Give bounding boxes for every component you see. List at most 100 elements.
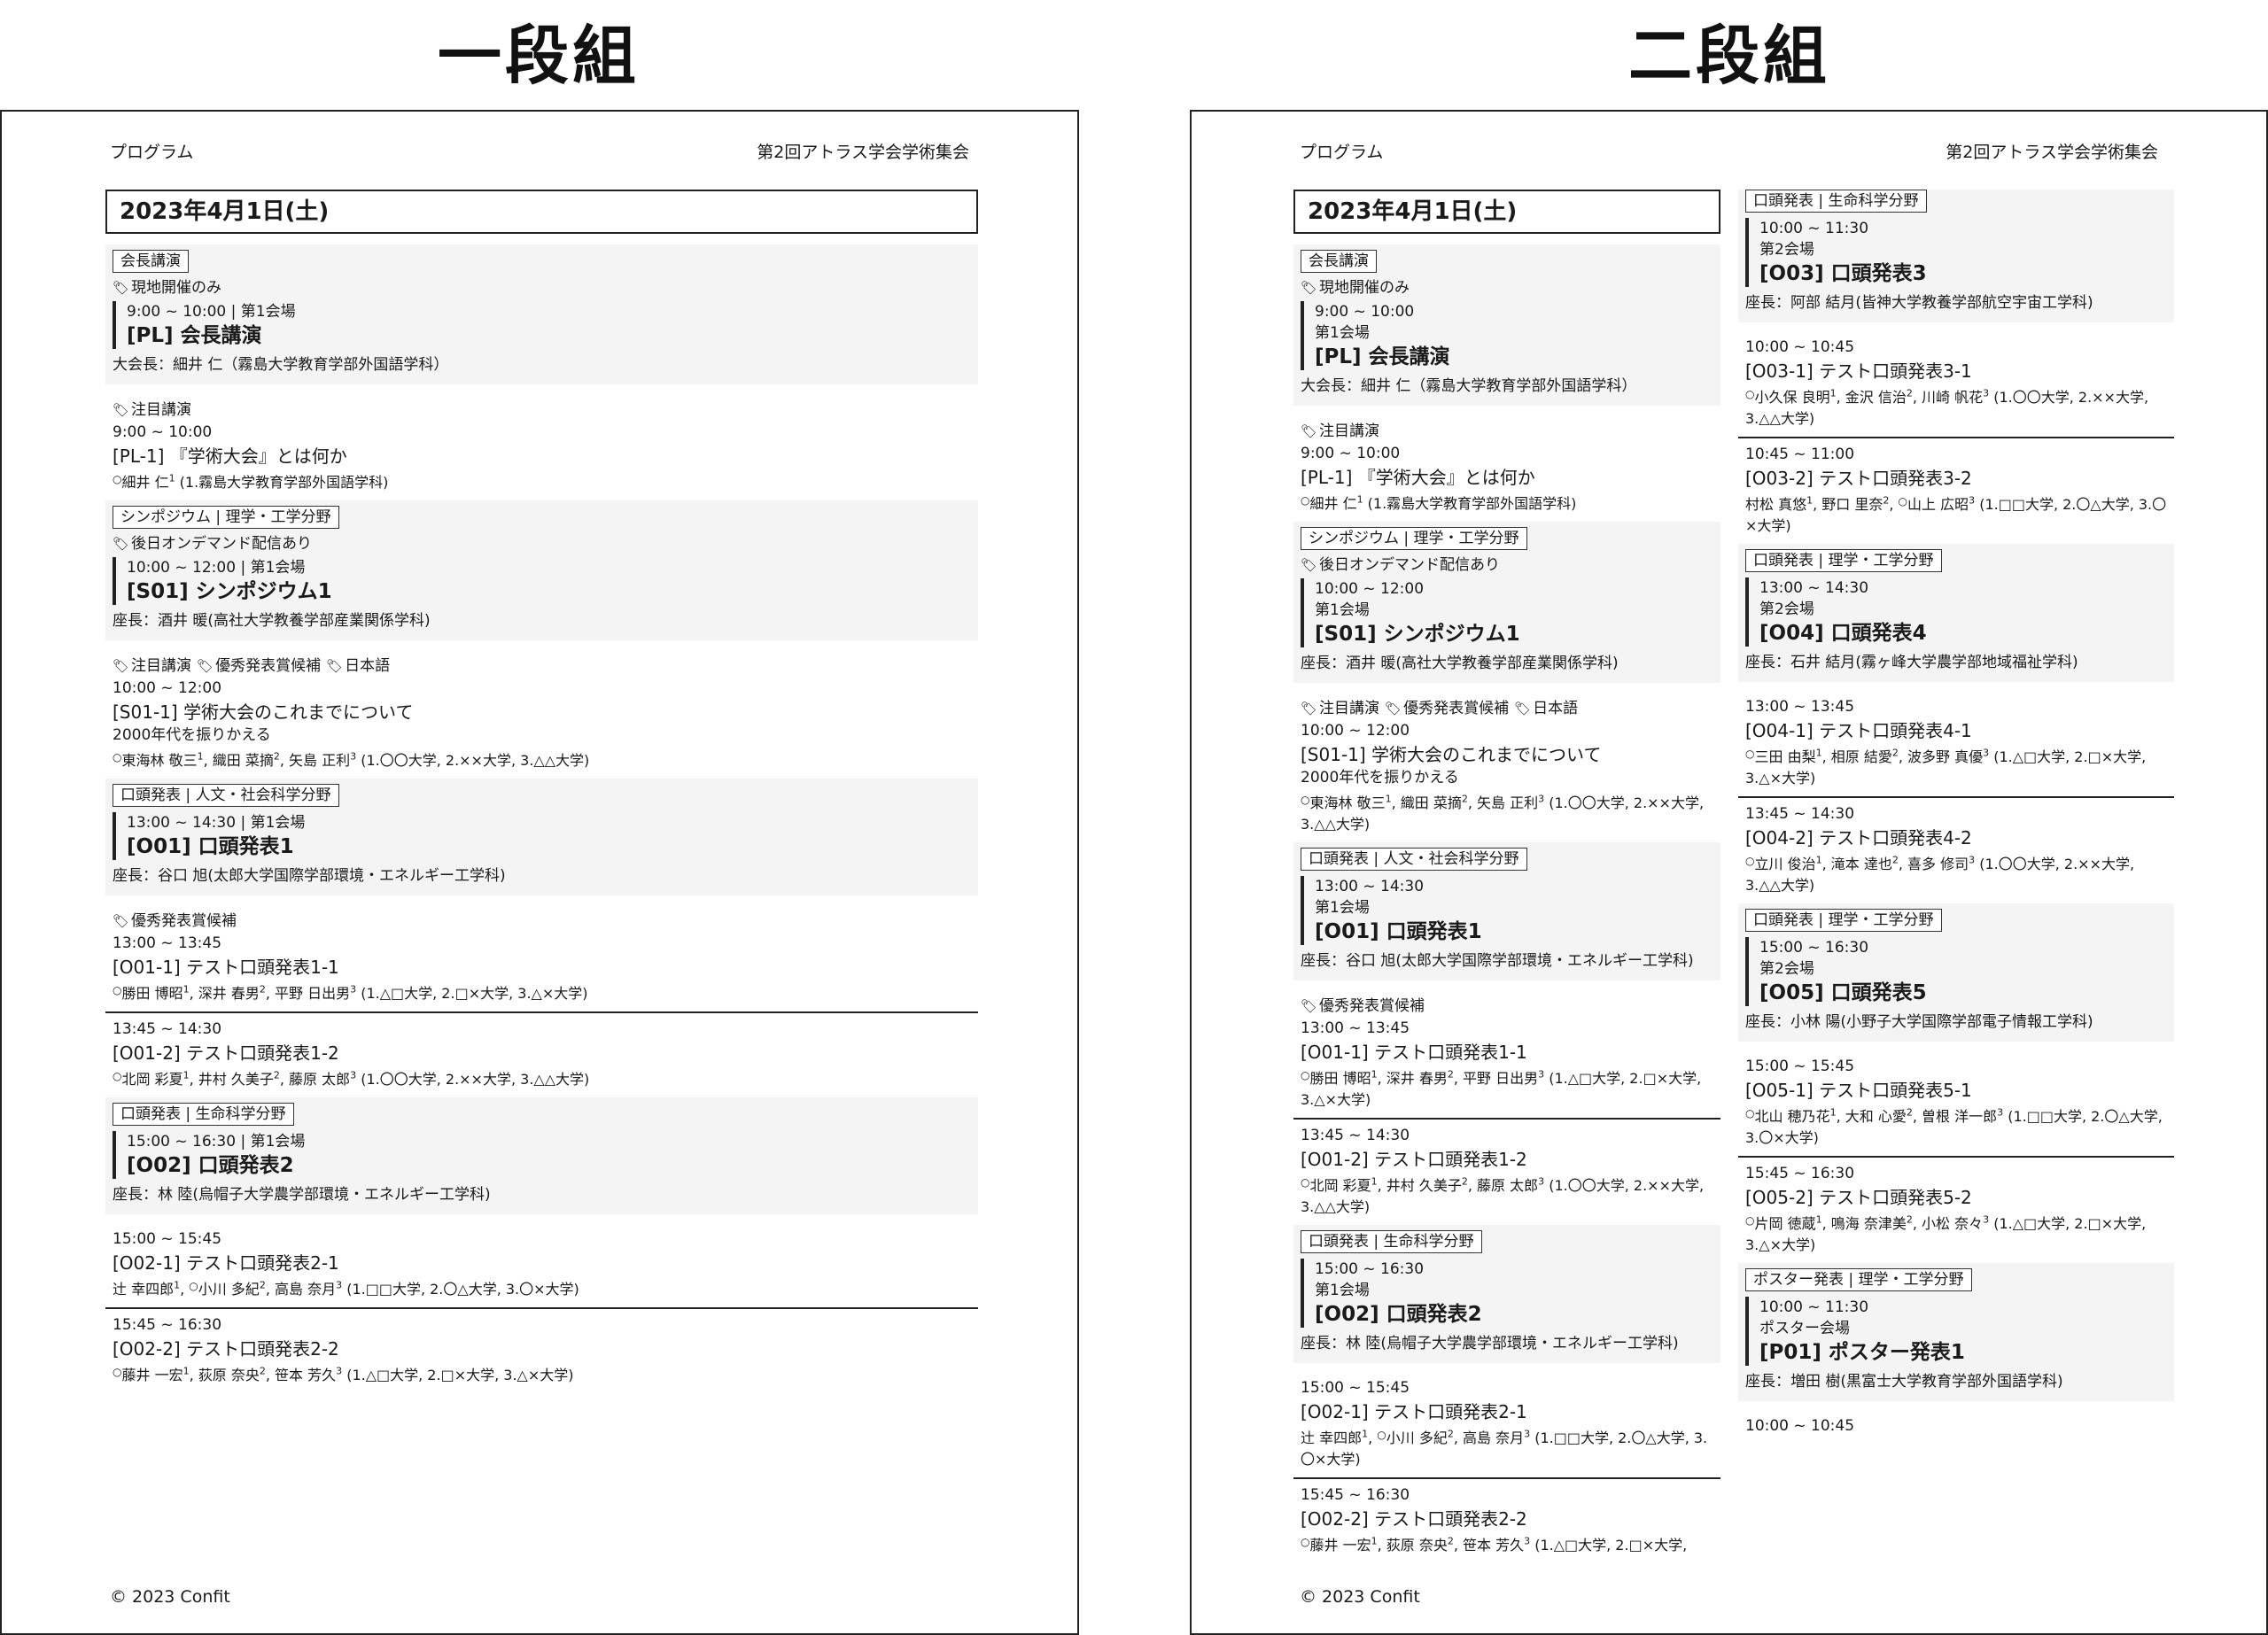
session-room: 第2会場: [1759, 241, 1814, 259]
tag-list: 🏷︎ 注目講演 🏷︎ 優秀発表賞候補 🏷︎ 日本語: [1301, 697, 1713, 720]
session-category: 口頭発表 | 理学・工学分野: [1745, 909, 1942, 932]
talk-time: 10:00 ~ 12:00: [113, 679, 222, 697]
affiliation-number: 2: [259, 1365, 266, 1377]
presenter-mark: ○: [113, 984, 122, 996]
talk-entry: 15:00 ~ 15:45 [O05-1] テスト口頭発表5-1 ○北山 穂乃花1,…: [1738, 1050, 2174, 1158]
session-info: 15:00 ~ 16:30 | 第1会場 [O02] 口頭発表2: [113, 1131, 971, 1179]
talk-time: 13:45 ~ 14:30: [1301, 1127, 1410, 1144]
author-list: ○東海林 敬三1, 織田 菜摘2, 矢島 正利3 (1.〇〇大学, 2.××大学…: [1301, 793, 1705, 833]
author-name: 藤井 一宏: [1309, 1537, 1371, 1554]
affiliation-number: 3: [350, 750, 357, 763]
session-room: 第1会場: [1315, 1282, 1370, 1299]
affiliation-number: 2: [1461, 793, 1468, 805]
session-block: シンポジウム | 理学・工学分野 🏷︎ 後日オンデマンド配信あり 10:00 ~ 12…: [105, 500, 978, 640]
affiliation-number: 2: [1891, 747, 1899, 759]
tag: 🏷︎ 日本語: [326, 657, 390, 675]
author-name: 勝田 博昭: [1309, 1070, 1371, 1087]
tag-list: 🏷︎ 注目講演: [113, 399, 971, 422]
affiliations: (1.△□大学, 2.□×大学, 3.△×大学): [346, 1367, 574, 1383]
affiliation-number: 3: [1983, 747, 1990, 759]
session-title: [O02] 口頭発表2: [127, 1154, 294, 1177]
tag: 🏷︎ 注目講演: [113, 657, 191, 675]
author-name: 深井 春男: [198, 985, 260, 1002]
session-block: 会長講演 🏷︎ 現地開催のみ 9:00 ~ 10:00 第1会場 [PL] 会長講演 大会長…: [1293, 244, 1720, 406]
tag-label: 日本語: [345, 657, 391, 675]
session-time: 13:00 ~ 14:30: [127, 814, 237, 832]
presenter-mark: ○: [1898, 495, 1908, 508]
session-info: 15:00 ~ 16:30 第1会場 [O02] 口頭発表2: [1301, 1259, 1713, 1328]
talk-time: 13:00 ~ 13:45: [1745, 698, 1855, 716]
tag-icon: 🏷︎: [113, 913, 130, 929]
tag-list: 🏷︎ 後日オンデマンド配信あり: [113, 532, 971, 555]
page-header: プログラム 第2回アトラス学会学術集会: [110, 140, 969, 165]
author-name: 井村 久美子: [198, 1071, 274, 1088]
talk-title: [O05-1] テスト口頭発表5-1: [1745, 1080, 1972, 1101]
talk-title: [PL-1] 『学術大会』とは何か: [113, 446, 347, 467]
session-info: 13:00 ~ 14:30 第1会場 [O01] 口頭発表1: [1301, 876, 1713, 945]
author-list: ○藤井 一宏1, 荻原 奈央2, 笹本 芳久3 (1.△□大学, 2.□×大学,…: [113, 1365, 574, 1383]
tag-icon: 🏷︎: [1301, 280, 1318, 296]
talk-title: [O04-2] テスト口頭発表4-2: [1745, 827, 1972, 848]
affiliations: (1.〇〇大学, 2.××大学, 3.△△大学): [361, 752, 590, 769]
tag-label: 注目講演: [1319, 700, 1380, 717]
session-chair: 座長：谷口 旭(太郎大学国際学部環境・エネルギー工学科): [1301, 952, 1694, 970]
talk-title: [O05-2] テスト口頭発表5-2: [1745, 1187, 1972, 1208]
program-column-right: 口頭発表 | 生命科学分野 10:00 ~ 11:30 第2会場 [O03] 口頭発表…: [1738, 190, 2174, 1445]
affiliations: (1.□□大学, 2.〇△大学, 3.〇×大学): [346, 1281, 579, 1298]
author-name: 北岡 彩夏: [121, 1071, 183, 1088]
session-title: [O02] 口頭発表2: [1315, 1303, 1482, 1326]
session-category: 口頭発表 | 生命科学分野: [1301, 1230, 1482, 1253]
session-chair: 座長：増田 樹(黒富士大学教育学部外国語学科): [1745, 1373, 2063, 1391]
affiliation-number: 2: [1461, 1175, 1468, 1188]
tag-label: 現地開催のみ: [131, 279, 222, 297]
tag-icon: 🏷︎: [1301, 423, 1318, 439]
talk-time: 13:45 ~ 14:30: [1745, 805, 1855, 823]
affiliation-number: 3: [1538, 793, 1545, 805]
author-list: ○細井 仁1 (1.霧島大学教育学部外国語学科): [113, 469, 971, 493]
tag: 🏷︎ 日本語: [1514, 700, 1578, 717]
affiliation-number: 1: [197, 750, 204, 763]
talk-title: [O01-2] テスト口頭発表1-2: [1301, 1149, 1527, 1170]
author-name: 川崎 帆花: [1922, 389, 1984, 406]
tag-icon: 🏷︎: [1514, 701, 1532, 717]
talk-title: [O01-1] テスト口頭発表1-1: [1301, 1042, 1527, 1063]
session-time: 15:00 ~ 16:30: [127, 1133, 237, 1151]
affiliation-number: 3: [1969, 494, 1976, 507]
session-block: 会長講演 🏷︎ 現地開催のみ 9:00 ~ 10:00 | 第1会場 [PL] 会長講演…: [105, 244, 978, 384]
session-info: 13:00 ~ 14:30 | 第1会場 [O01] 口頭発表1: [113, 812, 971, 860]
session-time: 15:00 ~ 16:30: [1759, 939, 1869, 957]
session-chair: 座長：酒井 暖(高社大学教養学部産業関係学科): [1301, 655, 1619, 672]
talk-title: [O02-2] テスト口頭発表2-2: [1301, 1508, 1527, 1530]
talk-entry: 🏷︎ 注目講演 9:00 ~ 10:00 [PL-1] 『学術大会』とは何か ○細井 仁…: [105, 393, 978, 500]
program-content: 2023年4月1日(土) 会長講演 🏷︎ 現地開催のみ 9:00 ~ 10:00 | 第…: [105, 190, 978, 1393]
talk-entry: 🏷︎ 注目講演 9:00 ~ 10:00 [PL-1] 『学術大会』とは何か ○細井 仁…: [1293, 415, 1720, 522]
talk-subtitle: 2000年代を振りかえる: [1301, 769, 1459, 787]
session-title: [O01] 口頭発表1: [1315, 920, 1482, 943]
author-list: ○立川 俊治1, 滝本 達也2, 喜多 修司3 (1.〇〇大学, 2.××大学,…: [1745, 854, 2135, 894]
author-list: ○東海林 敬三1, 織田 菜摘2, 矢島 正利3 (1.〇〇大学, 2.××大学…: [113, 750, 590, 769]
talk-time: 13:00 ~ 13:45: [1301, 1019, 1410, 1037]
talk-entry: 10:00 ~ 10:45: [1738, 1410, 2174, 1445]
author-name: 立川 俊治: [1754, 856, 1816, 872]
affiliation-number: 1: [168, 472, 175, 484]
talk-time: 15:00 ~ 15:45: [113, 1230, 222, 1248]
session-room: 第2会場: [1759, 601, 1814, 618]
tag-icon: 🏷︎: [113, 402, 130, 418]
page-header: プログラム 第2回アトラス学会学術集会: [1300, 140, 2158, 165]
session-info: 15:00 ~ 16:30 第2会場 [O05] 口頭発表5: [1745, 937, 2167, 1006]
author-name: 辻 幸四郎: [113, 1281, 175, 1298]
session-time: 9:00 ~ 10:00: [127, 303, 227, 321]
affiliation-number: 2: [1891, 854, 1899, 866]
author-name: 矢島 正利: [289, 752, 351, 769]
talk-entry: 15:45 ~ 16:30 [O02-2] テスト口頭発表2-2 ○藤井 一宏1, …: [105, 1309, 978, 1393]
tag-label: 優秀発表賞候補: [1403, 700, 1510, 717]
tag-icon: 🏷︎: [197, 658, 214, 674]
session-time: 15:00 ~ 16:30: [1315, 1260, 1425, 1278]
talk-entry: 15:00 ~ 15:45 [O02-1] テスト口頭発表2-1 辻 幸四郎1, ○…: [1293, 1372, 1720, 1479]
tag: 🏷︎ 後日オンデマンド配信あり: [113, 535, 312, 553]
talk-entry: 13:00 ~ 13:45 [O04-1] テスト口頭発表4-1 ○三田 由梨1, …: [1738, 691, 2174, 798]
talk-title: [O03-1] テスト口頭発表3-1: [1745, 360, 1972, 382]
session-room: ポスター会場: [1759, 1320, 1850, 1337]
author-name: 小川 多紀: [1386, 1430, 1448, 1446]
session-block: 口頭発表 | 人文・社会科学分野 13:00 ~ 14:30 第1会場 [O01] 口…: [1293, 842, 1720, 980]
